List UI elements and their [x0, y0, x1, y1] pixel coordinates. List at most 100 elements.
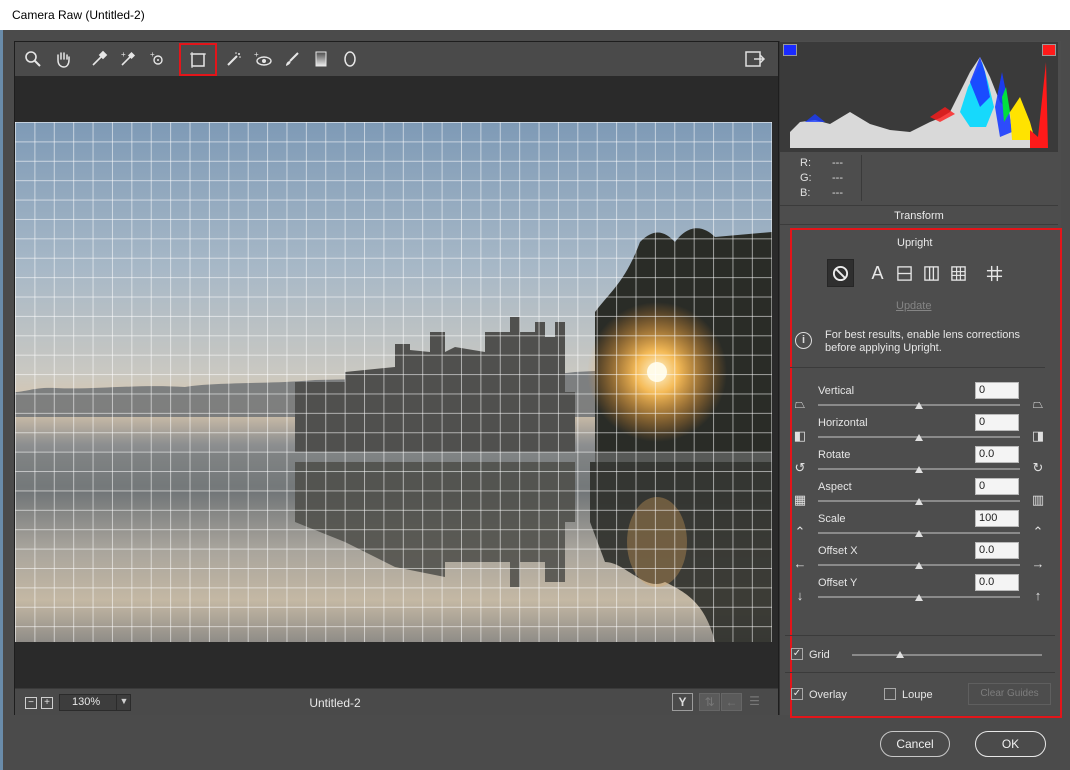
target-adjust-icon: +: [150, 50, 163, 65]
eyedropper-icon: [92, 50, 108, 66]
rotate-right-icon: ↻: [1032, 460, 1044, 475]
auto-a-icon: A: [871, 262, 884, 283]
guided-icon: [986, 265, 1003, 281]
upright-off-button[interactable]: [827, 259, 854, 287]
image-preview[interactable]: [15, 122, 772, 642]
histogram-graph: [790, 57, 1048, 148]
level-icon: [897, 265, 912, 281]
offset-x-label: Offset X: [818, 545, 858, 557]
grid-size-slider[interactable]: [852, 654, 1042, 656]
red-eye-tool[interactable]: +: [250, 47, 276, 71]
hand-icon: [57, 52, 70, 68]
scale-label: Scale: [818, 513, 846, 525]
offset-x-left-icon: ←: [793, 556, 807, 571]
scale-input[interactable]: 100: [975, 510, 1019, 527]
ok-button[interactable]: OK: [975, 731, 1046, 757]
white-balance-tool[interactable]: [86, 47, 112, 71]
overlay-checkbox[interactable]: ✓: [791, 688, 803, 700]
file-name: Untitled-2: [309, 696, 361, 710]
targeted-adjustment-tool[interactable]: +: [145, 47, 171, 71]
vertical-icon: [924, 265, 939, 281]
svg-text:+: +: [150, 50, 155, 59]
spot-removal-tool[interactable]: [221, 47, 247, 71]
vertical-left-icon: ⏢: [794, 396, 806, 411]
aspect-input[interactable]: 0: [975, 478, 1019, 495]
aspect-slider-thumb[interactable]: [915, 498, 923, 505]
red-eye-icon: +: [254, 50, 272, 66]
offset-y-slider-thumb[interactable]: [915, 594, 923, 601]
scale-right-icon: ⌃: [1032, 524, 1044, 539]
upright-full-button[interactable]: [945, 259, 972, 287]
graduated-filter-tool[interactable]: [308, 47, 334, 71]
rotate-input[interactable]: 0.0: [975, 446, 1019, 463]
grid-checkbox[interactable]: ✓: [791, 648, 803, 660]
chevron-down-icon[interactable]: ▼: [116, 694, 131, 711]
tool-bar: + + +: [15, 42, 778, 76]
zoom-in-button[interactable]: +: [41, 697, 53, 709]
vertical-input[interactable]: 0: [975, 382, 1019, 399]
status-bar: − + 130% ▼ Untitled-2 Y ⇅ ← ☰: [15, 688, 778, 715]
upright-label: Upright: [897, 237, 933, 249]
hand-tool[interactable]: [50, 47, 76, 71]
b-value: ---: [832, 187, 843, 199]
before-after-toggle[interactable]: Y: [672, 693, 693, 711]
horizontal-input[interactable]: 0: [975, 414, 1019, 431]
transform-tool[interactable]: [179, 43, 217, 76]
horizontal-label: Horizontal: [818, 417, 868, 429]
scale-left-icon: ⌃: [794, 524, 806, 539]
r-value: ---: [832, 157, 843, 169]
color-sampler-tool[interactable]: +: [115, 47, 141, 71]
highlight-clipping-warning[interactable]: [1042, 44, 1056, 56]
section-divider: [785, 635, 1055, 636]
radial-filter-tool[interactable]: [337, 47, 363, 71]
upright-vertical-button[interactable]: [918, 259, 945, 287]
svg-text:+: +: [254, 50, 259, 59]
gradient-icon: [315, 51, 327, 67]
panel-title: Transform: [780, 205, 1058, 225]
aspect-label: Aspect: [818, 481, 852, 493]
open-preferences-icon[interactable]: [744, 48, 766, 70]
offset-x-input[interactable]: 0.0: [975, 542, 1019, 559]
rotate-left-icon: ↺: [794, 460, 806, 475]
cancel-button[interactable]: Cancel: [880, 731, 950, 757]
vertical-right-icon: ⏢: [1032, 396, 1044, 411]
b-label: B:: [800, 187, 811, 199]
magnifier-icon: [25, 51, 41, 67]
shadow-clipping-warning[interactable]: [783, 44, 797, 56]
window-title: Camera Raw (Untitled-2): [0, 0, 1070, 30]
upright-auto-button[interactable]: A: [864, 259, 891, 287]
horizontal-slider-thumb[interactable]: [915, 434, 923, 441]
update-link[interactable]: Update: [896, 300, 931, 312]
histogram: [780, 42, 1058, 152]
upright-level-button[interactable]: [891, 259, 918, 287]
zoom-out-button[interactable]: −: [25, 697, 37, 709]
spot-removal-icon: [227, 52, 241, 66]
vertical-label: Vertical: [818, 385, 855, 397]
offset-x-right-icon: →: [1031, 556, 1045, 571]
loupe-label: Loupe: [902, 689, 933, 701]
readout-divider: [861, 155, 862, 201]
loupe-checkbox[interactable]: [884, 688, 896, 700]
offset-y-left-icon: ↓: [796, 588, 804, 603]
info-icon: i: [795, 332, 812, 349]
zoom-tool[interactable]: [20, 47, 46, 71]
upright-guided-button[interactable]: [981, 259, 1008, 287]
aspect-left-icon: ▦: [793, 492, 807, 507]
vertical-slider-thumb[interactable]: [915, 402, 923, 409]
rotate-slider-thumb[interactable]: [915, 466, 923, 473]
grid-label: Grid: [809, 649, 830, 661]
offset-x-slider-thumb[interactable]: [915, 562, 923, 569]
aspect-right-icon: ▥: [1031, 492, 1045, 507]
clear-guides-button[interactable]: Clear Guides: [968, 683, 1051, 705]
scale-slider-thumb[interactable]: [915, 530, 923, 537]
swap-settings-icon[interactable]: ⇅: [699, 693, 720, 711]
adjustment-brush-tool[interactable]: [279, 47, 305, 71]
copy-settings-icon[interactable]: ←: [721, 693, 742, 711]
grid-size-thumb[interactable]: [895, 651, 904, 658]
offset-y-input[interactable]: 0.0: [975, 574, 1019, 591]
horizontal-left-icon: ◧: [793, 428, 807, 443]
color-sampler-icon: +: [121, 50, 136, 66]
g-label: G:: [800, 172, 812, 184]
rgb-readout: R: --- G: --- B: ---: [780, 153, 1058, 203]
settings-sliders-icon[interactable]: ☰: [744, 693, 765, 711]
